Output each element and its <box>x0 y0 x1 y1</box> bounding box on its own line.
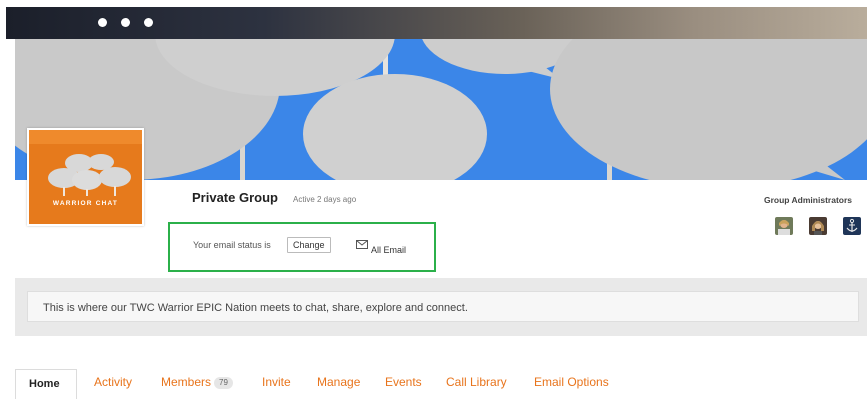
tab-activity[interactable]: Activity <box>94 375 132 389</box>
group-description-panel: This is where our TWC Warrior EPIC Natio… <box>15 278 867 336</box>
admin-photo-icon <box>775 217 793 235</box>
admin-photo-icon <box>809 217 827 235</box>
change-email-status-button[interactable]: Change <box>287 237 331 253</box>
tab-email-options[interactable]: Email Options <box>534 375 609 389</box>
tab-events[interactable]: Events <box>385 375 422 389</box>
email-status-label: Your email status is <box>193 240 271 250</box>
group-type-label: Private Group <box>192 190 278 205</box>
tab-members[interactable]: Members 79 <box>161 375 233 389</box>
admin-avatar[interactable] <box>809 217 827 235</box>
tab-invite[interactable]: Invite <box>262 375 291 389</box>
top-banner-strip <box>6 7 867 39</box>
group-logo-text: WARRIOR CHAT <box>52 200 119 207</box>
group-administrators-heading: Group Administrators <box>764 195 852 205</box>
tab-call-library[interactable]: Call Library <box>446 375 507 389</box>
dot-icon <box>144 18 153 27</box>
group-description-text: This is where our TWC Warrior EPIC Natio… <box>43 302 468 314</box>
tab-manage[interactable]: Manage <box>317 375 360 389</box>
speech-bubbles-logo-icon <box>29 130 142 224</box>
anchor-icon <box>843 217 861 235</box>
last-active-text: Active 2 days ago <box>293 195 357 204</box>
dot-icon <box>121 18 130 27</box>
more-options-icon[interactable] <box>98 18 153 27</box>
mail-icon <box>356 240 368 249</box>
group-description-card: This is where our TWC Warrior EPIC Natio… <box>27 291 859 322</box>
tab-members-label: Members <box>161 375 212 389</box>
admin-avatar[interactable] <box>775 217 793 235</box>
email-status-panel: Your email status is Change All Email <box>168 222 436 272</box>
tab-home[interactable]: Home <box>15 369 77 399</box>
email-status-value: All Email <box>371 245 407 255</box>
members-count-badge: 79 <box>214 377 233 389</box>
admin-avatar[interactable] <box>843 217 861 235</box>
dot-icon <box>98 18 107 27</box>
group-avatar[interactable]: WARRIOR CHAT <box>27 128 144 226</box>
group-nav-tabs: Home Activity Members 79 Invite Manage Ev… <box>15 365 867 399</box>
